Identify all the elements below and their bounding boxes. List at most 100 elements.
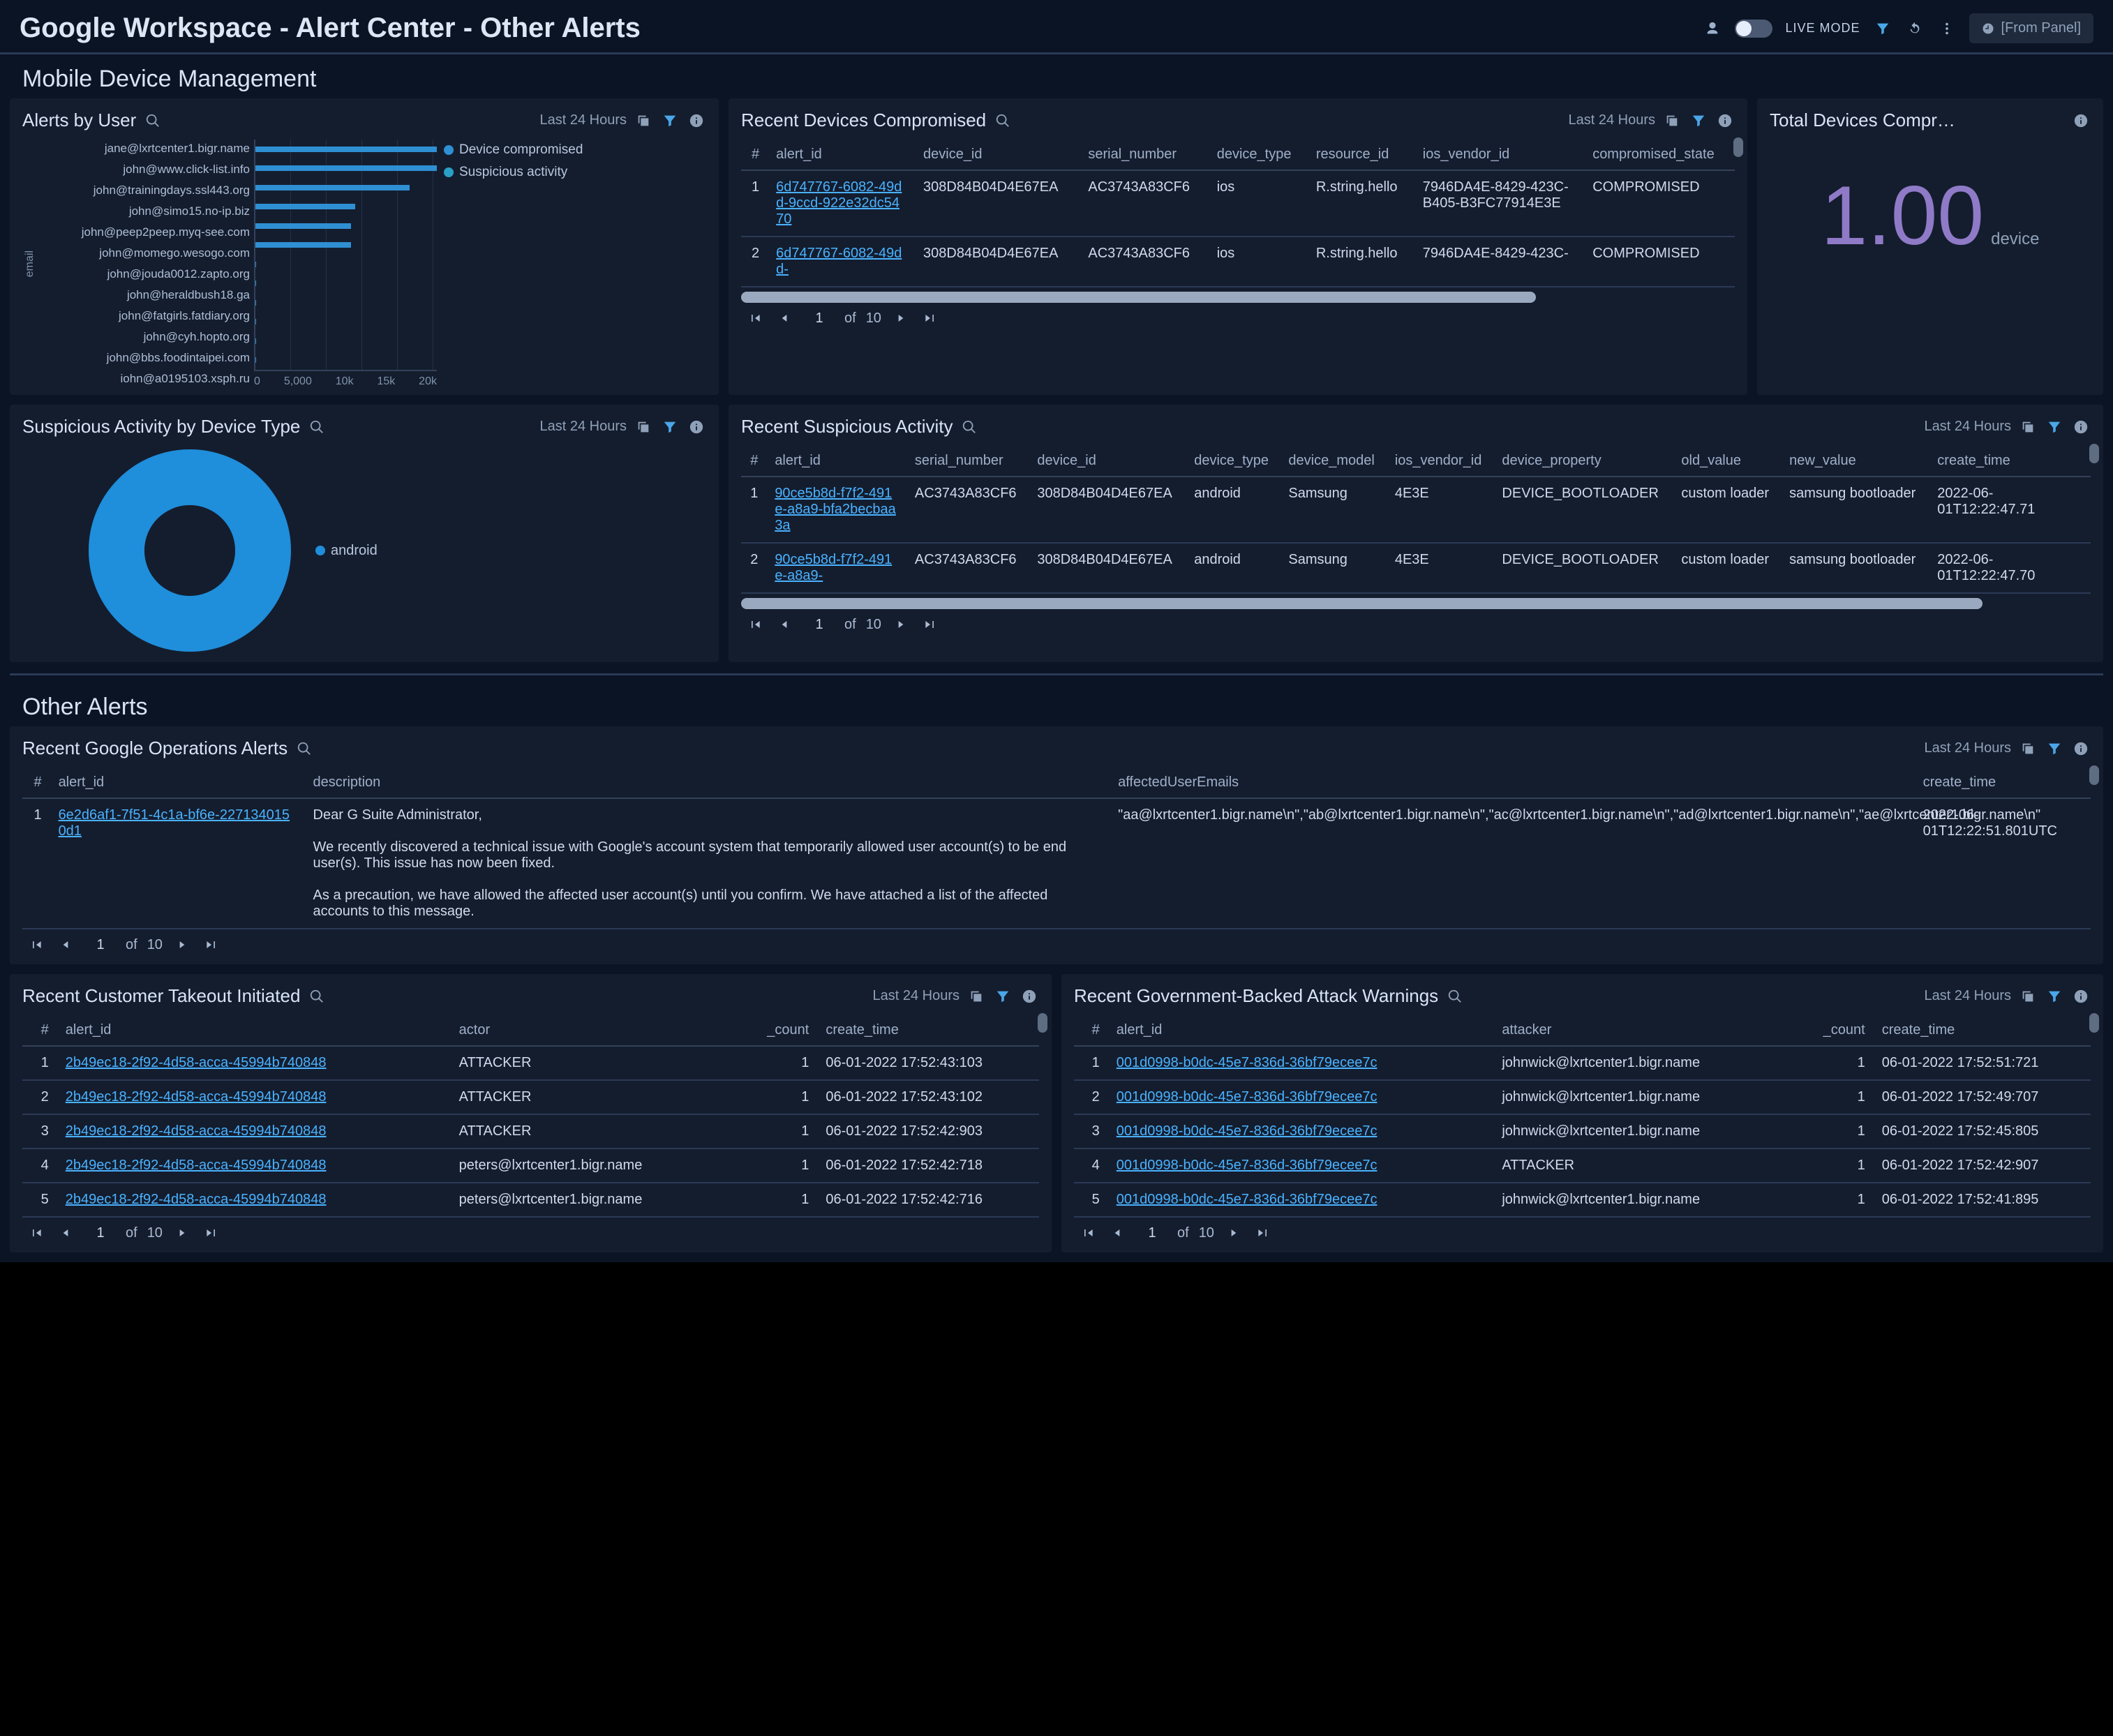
search-icon[interactable] [993, 111, 1013, 130]
page-first-icon[interactable] [1078, 1223, 1098, 1243]
col-header[interactable]: serial_number [906, 446, 1029, 477]
page-next-icon[interactable] [891, 308, 911, 328]
alert-id-link[interactable]: 90ce5b8d-f7f2-491e-a8a9-bfa2becbaa3a [775, 486, 895, 533]
scrollbar-thumb-icon[interactable] [1038, 1013, 1047, 1033]
alert-id-link[interactable]: 001d0998-b0dc-45e7-836d-36bf79ecee7c [1117, 1089, 1377, 1105]
info-icon[interactable] [2071, 111, 2091, 130]
alert-id-link[interactable]: 001d0998-b0dc-45e7-836d-36bf79ecee7c [1117, 1123, 1377, 1139]
filter-icon[interactable] [660, 111, 680, 130]
col-header[interactable]: _count [1792, 1015, 1874, 1046]
copy-icon[interactable] [2018, 987, 2038, 1006]
page-prev-icon[interactable] [56, 935, 75, 955]
col-header[interactable]: old_value [1673, 446, 1781, 477]
copy-icon[interactable] [2018, 417, 2038, 437]
copy-icon[interactable] [966, 987, 986, 1006]
page-input[interactable] [804, 616, 835, 634]
page-input[interactable] [1137, 1225, 1167, 1242]
alert-id-link[interactable]: 2b49ec18-2f92-4d58-acca-45994b740848 [66, 1158, 327, 1173]
search-icon[interactable] [294, 739, 314, 758]
col-header[interactable]: # [1074, 1015, 1108, 1046]
scrollbar-thumb-icon[interactable] [2089, 444, 2099, 463]
alert-id-link[interactable]: 2b49ec18-2f92-4d58-acca-45994b740848 [66, 1192, 327, 1207]
col-header[interactable]: device_id [1029, 446, 1186, 477]
alert-id-link[interactable]: 2b49ec18-2f92-4d58-acca-45994b740848 [66, 1089, 327, 1105]
table-row[interactable]: 16d747767-6082-49dd-9ccd-922e32dc5470308… [741, 170, 1735, 237]
table-row[interactable]: 26d747767-6082-49dd-308D84B04D4E67EAAC37… [741, 237, 1735, 287]
page-first-icon[interactable] [745, 308, 765, 328]
scrollbar-thumb-icon[interactable] [1733, 137, 1743, 157]
table-row[interactable]: 16e2d6af1-7f51-4c1a-bf6e-2271340150d1Dea… [22, 798, 2091, 929]
page-next-icon[interactable] [172, 1223, 192, 1243]
info-icon[interactable] [687, 111, 706, 130]
page-prev-icon[interactable] [56, 1223, 75, 1243]
col-header[interactable]: device_id [915, 140, 1080, 170]
alert-id-link[interactable]: 001d0998-b0dc-45e7-836d-36bf79ecee7c [1117, 1192, 1377, 1207]
filter-icon[interactable] [993, 987, 1013, 1006]
copy-icon[interactable] [634, 111, 653, 130]
col-header[interactable]: # [22, 1015, 57, 1046]
col-header[interactable]: serial_number [1080, 140, 1208, 170]
page-next-icon[interactable] [172, 935, 192, 955]
filter-icon[interactable] [2045, 739, 2064, 758]
col-header[interactable]: # [22, 768, 50, 798]
col-header[interactable]: affectedUserEmails [1110, 768, 1915, 798]
page-last-icon[interactable] [920, 308, 940, 328]
col-header[interactable]: device_type [1209, 140, 1308, 170]
filter-icon[interactable] [1689, 111, 1708, 130]
table-row[interactable]: 52b49ec18-2f92-4d58-acca-45994b740848pet… [22, 1183, 1039, 1217]
col-header[interactable]: # [741, 446, 766, 477]
horizontal-scrollbar[interactable] [741, 292, 1536, 303]
page-next-icon[interactable] [1224, 1223, 1244, 1243]
col-header[interactable]: create_time [1929, 446, 2091, 477]
search-icon[interactable] [307, 417, 327, 437]
filter-icon[interactable] [2045, 417, 2064, 437]
alert-id-link[interactable]: 90ce5b8d-f7f2-491e-a8a9- [775, 552, 892, 583]
col-header[interactable]: resource_id [1308, 140, 1414, 170]
refresh-icon[interactable] [1905, 19, 1925, 38]
page-input[interactable] [85, 936, 116, 954]
from-panel-button[interactable]: [From Panel] [1969, 13, 2093, 43]
col-header[interactable]: _count [734, 1015, 817, 1046]
table-row[interactable]: 5001d0998-b0dc-45e7-836d-36bf79ecee7cjoh… [1074, 1183, 2091, 1217]
col-header[interactable]: create_time [817, 1015, 1039, 1046]
col-header[interactable]: description [305, 768, 1110, 798]
info-icon[interactable] [2071, 987, 2091, 1006]
alert-id-link[interactable]: 6d747767-6082-49dd- [776, 246, 902, 277]
table-row[interactable]: 1001d0998-b0dc-45e7-836d-36bf79ecee7cjoh… [1074, 1046, 2091, 1080]
col-header[interactable]: device_type [1186, 446, 1280, 477]
copy-icon[interactable] [2018, 739, 2038, 758]
search-icon[interactable] [307, 987, 327, 1006]
col-header[interactable]: compromised_state [1584, 140, 1735, 170]
col-header[interactable]: device_model [1280, 446, 1386, 477]
live-mode-toggle[interactable] [1735, 20, 1772, 38]
alert-id-link[interactable]: 2b49ec18-2f92-4d58-acca-45994b740848 [66, 1123, 327, 1139]
col-header[interactable]: create_time [1874, 1015, 2091, 1046]
col-header[interactable]: alert_id [1108, 1015, 1494, 1046]
col-header[interactable]: # [741, 140, 768, 170]
page-last-icon[interactable] [920, 615, 940, 634]
col-header[interactable]: alert_id [768, 140, 915, 170]
search-icon[interactable] [143, 111, 163, 130]
filter-icon[interactable] [2045, 987, 2064, 1006]
col-header[interactable]: new_value [1781, 446, 1929, 477]
page-input[interactable] [804, 310, 835, 327]
alert-id-link[interactable]: 6d747767-6082-49dd-9ccd-922e32dc5470 [776, 179, 902, 227]
table-row[interactable]: 22b49ec18-2f92-4d58-acca-45994b740848ATT… [22, 1080, 1039, 1114]
page-last-icon[interactable] [202, 1223, 221, 1243]
page-prev-icon[interactable] [775, 308, 794, 328]
page-first-icon[interactable] [27, 935, 46, 955]
table-row[interactable]: 190ce5b8d-f7f2-491e-a8a9-bfa2becbaa3aAC3… [741, 477, 2091, 543]
alert-id-link[interactable]: 001d0998-b0dc-45e7-836d-36bf79ecee7c [1117, 1055, 1377, 1070]
kebab-icon[interactable] [1937, 19, 1957, 38]
info-icon[interactable] [687, 417, 706, 437]
alert-id-link[interactable]: 2b49ec18-2f92-4d58-acca-45994b740848 [66, 1055, 327, 1070]
page-first-icon[interactable] [27, 1223, 46, 1243]
filter-icon[interactable] [660, 417, 680, 437]
col-header[interactable]: ios_vendor_id [1387, 446, 1494, 477]
table-row[interactable]: 2001d0998-b0dc-45e7-836d-36bf79ecee7cjoh… [1074, 1080, 2091, 1114]
col-header[interactable]: alert_id [766, 446, 906, 477]
table-row[interactable]: 4001d0998-b0dc-45e7-836d-36bf79ecee7cATT… [1074, 1148, 2091, 1183]
scrollbar-thumb-icon[interactable] [2089, 1013, 2099, 1033]
search-icon[interactable] [960, 417, 979, 437]
page-last-icon[interactable] [202, 935, 221, 955]
